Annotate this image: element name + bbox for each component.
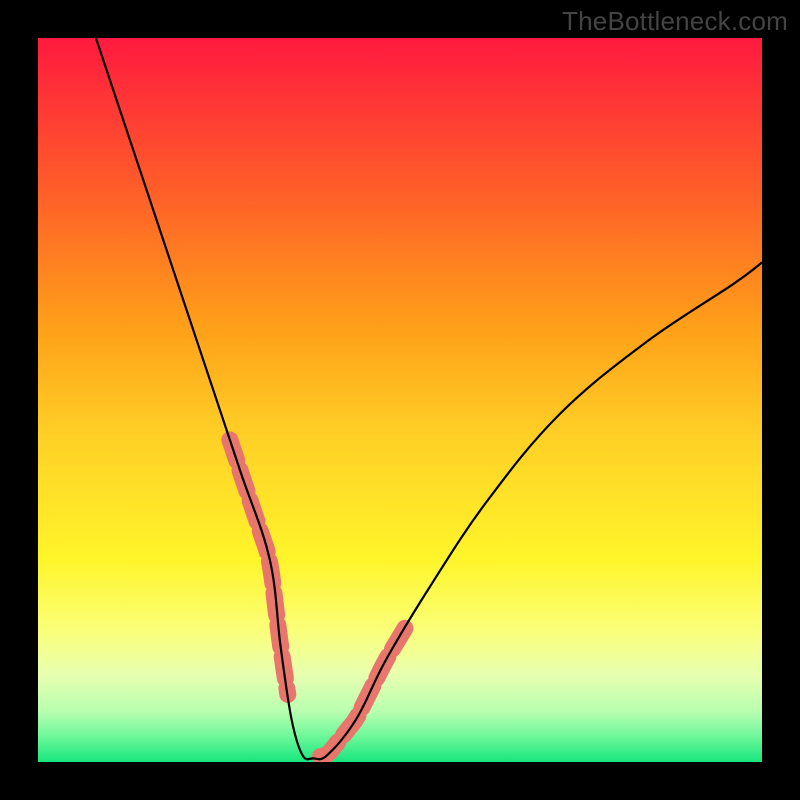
plot-background — [38, 38, 762, 762]
chart-frame: TheBottleneck.com — [0, 0, 800, 800]
watermark-text: TheBottleneck.com — [562, 6, 788, 37]
chart-svg — [0, 0, 800, 800]
